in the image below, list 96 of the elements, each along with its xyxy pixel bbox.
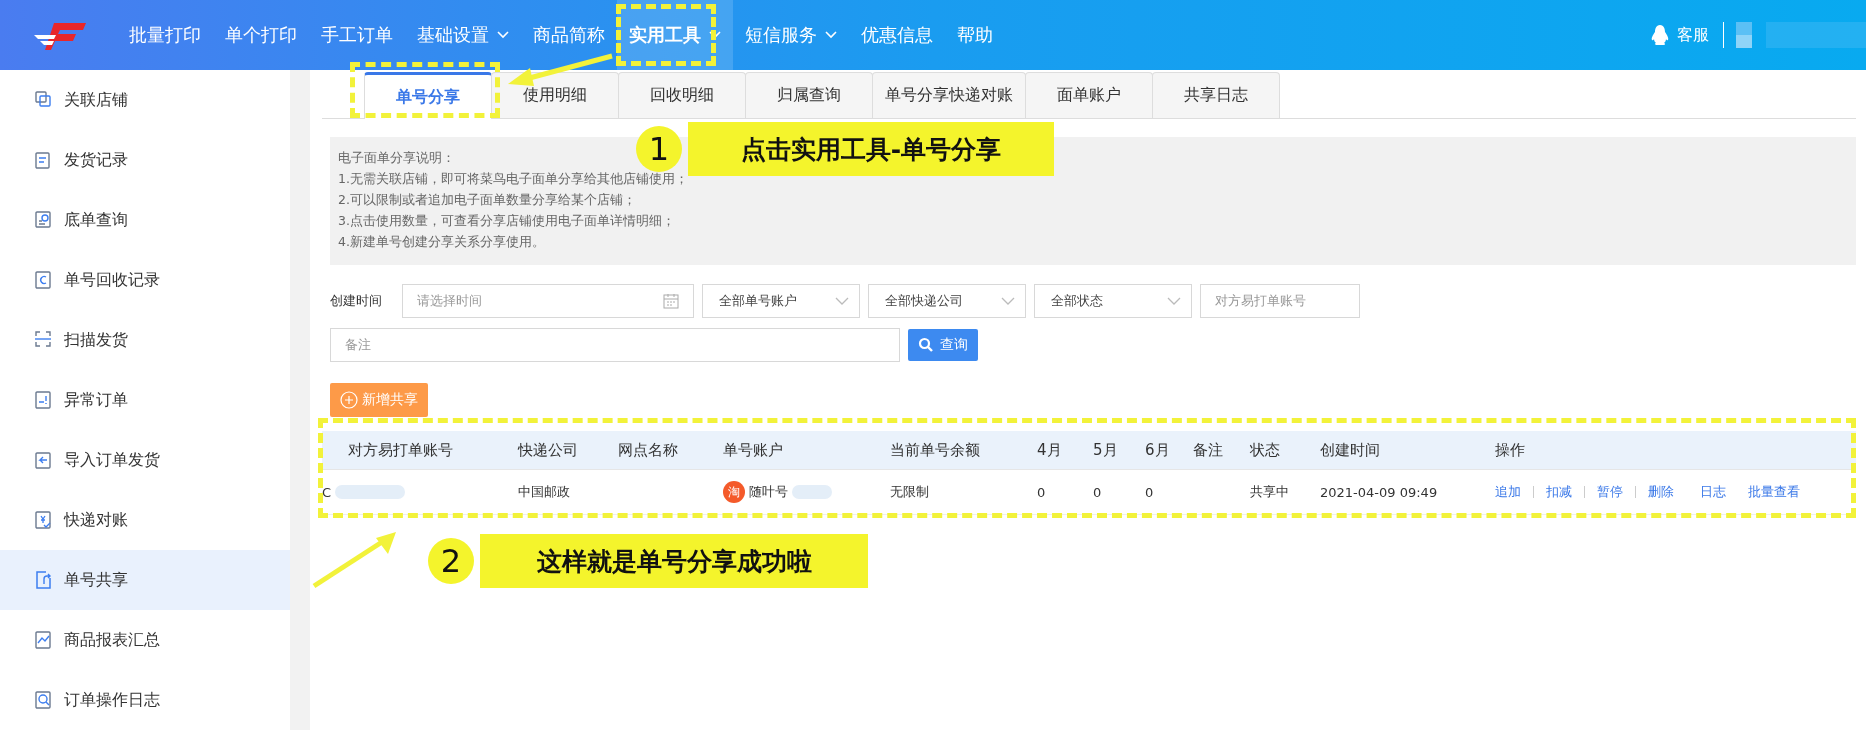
column-header: 单号账户 — [723, 431, 890, 470]
nav-item[interactable]: 商品简称 — [521, 0, 617, 70]
sidebar-item[interactable]: 扫描发货 — [0, 310, 290, 370]
penguin-icon[interactable] — [1651, 24, 1669, 46]
chevron-down-icon — [1167, 297, 1181, 305]
sidebar-item[interactable]: 快递对账 — [0, 490, 290, 550]
callout-label: 点击实用工具-单号分享 — [688, 122, 1054, 176]
action-link[interactable]: 删除 — [1648, 483, 1674, 501]
table-cell: 0 — [1037, 470, 1093, 515]
squares-icon — [34, 90, 52, 110]
calendar-icon — [663, 293, 679, 309]
tab[interactable]: 共享日志 — [1152, 72, 1280, 118]
sidebar-item[interactable]: 单号回收记录 — [0, 250, 290, 310]
description-line: 1.无需关联店铺，即可将菜鸟电子面单分享给其他店铺使用； — [338, 170, 688, 188]
action-link[interactable]: 批量查看 — [1748, 483, 1800, 501]
action-link[interactable]: 暂停 — [1597, 483, 1623, 501]
support-link[interactable]: 客服 — [1677, 24, 1709, 46]
document-search-icon — [34, 210, 52, 230]
sidebar-item[interactable]: 商品报表汇总 — [0, 610, 290, 670]
sidebar-item[interactable]: 订单操作日志 — [0, 670, 290, 730]
table-cell: C — [322, 484, 332, 500]
sidebar-item[interactable]: 单号共享 — [0, 550, 290, 610]
nav-item[interactable]: 实用工具 — [617, 0, 733, 70]
sidebar-item[interactable]: 底单查询 — [0, 190, 290, 250]
column-header: 4月 — [1037, 431, 1093, 470]
clipboard-icon — [34, 450, 52, 470]
description-line: 电子面单分享说明： — [338, 149, 455, 167]
date-field[interactable]: 请选择时间 — [402, 284, 694, 318]
arrow-icon — [312, 532, 396, 589]
action-link[interactable]: 追加 — [1495, 483, 1521, 501]
clipboard-icon — [34, 150, 52, 170]
user-avatar[interactable] — [1736, 22, 1866, 48]
share-icon — [34, 570, 52, 590]
dropdown-select[interactable]: 全部单号账户 — [702, 284, 860, 318]
callout-label: 这样就是单号分享成功啦 — [480, 534, 868, 588]
action-link[interactable]: 扣减 — [1546, 483, 1572, 501]
nav-item[interactable]: 手工订单 — [309, 0, 405, 70]
sidebar-item[interactable]: 发货记录 — [0, 130, 290, 190]
step-number: 1 — [636, 126, 682, 172]
description-line: 3.点击使用数量，可查看分享店铺使用电子面单详情明细； — [338, 212, 675, 230]
chart-icon — [34, 630, 52, 650]
tab[interactable]: 归属查询 — [745, 72, 873, 118]
arrow-icon — [508, 53, 613, 86]
description-line: 4.新建单号创建分享关系分享使用。 — [338, 233, 545, 251]
column-header: 创建时间 — [1320, 431, 1495, 470]
table-cell: 随叶号 — [749, 483, 788, 501]
plus-circle-icon — [340, 391, 358, 409]
nav-item[interactable]: 短信服务 — [733, 0, 849, 70]
chevron-down-icon — [835, 297, 849, 305]
column-header: 对方易打单账号 — [322, 431, 518, 470]
table-cell: 中国邮政 — [518, 470, 618, 515]
column-header: 快递公司 — [518, 431, 618, 470]
table-cell: 0 — [1093, 470, 1145, 515]
tab[interactable]: 使用明细 — [491, 72, 619, 118]
table-cell: 共享中 — [1250, 470, 1320, 515]
column-header: 状态 — [1250, 431, 1320, 470]
nav-item[interactable]: 帮助 — [945, 0, 1005, 70]
description-line: 2.可以限制或者追加电子面单数量分享给某个店铺； — [338, 191, 636, 209]
field-label: 创建时间 — [330, 292, 383, 310]
column-header: 操作 — [1495, 431, 1856, 470]
search-icon — [34, 690, 52, 710]
document-alert-icon — [34, 390, 52, 410]
dropdown-select[interactable]: 全部快递公司 — [868, 284, 1026, 318]
sidebar-item[interactable]: 关联店铺 — [0, 70, 290, 130]
nav-item[interactable]: 批量打印 — [117, 0, 213, 70]
tab[interactable]: 回收明细 — [618, 72, 746, 118]
blurred-text — [792, 485, 832, 499]
column-header: 5月 — [1093, 431, 1145, 470]
action-link[interactable]: 日志 — [1700, 483, 1726, 501]
chevron-down-icon — [1001, 297, 1015, 305]
invoice-icon — [34, 510, 52, 530]
sidebar-item[interactable]: 导入订单发货 — [0, 430, 290, 490]
search-icon — [918, 337, 934, 353]
nav-item[interactable]: 单个打印 — [213, 0, 309, 70]
scan-icon — [34, 330, 52, 350]
sidebar-item[interactable]: 异常订单 — [0, 370, 290, 430]
nav-item[interactable]: 优惠信息 — [849, 0, 945, 70]
tab[interactable]: 单号分享快递对账 — [872, 72, 1026, 118]
shop-badge: 淘 — [723, 481, 745, 503]
dropdown-select[interactable]: 全部状态 — [1034, 284, 1192, 318]
note-field[interactable]: 备注 — [330, 328, 900, 362]
table-cell: 无限制 — [890, 470, 1037, 515]
column-header: 6月 — [1145, 431, 1193, 470]
step-number: 2 — [428, 538, 474, 584]
blurred-text — [335, 485, 406, 499]
column-header: 网点名称 — [618, 431, 723, 470]
table-cell: 2021-04-09 09:49 — [1320, 470, 1495, 515]
column-header: 备注 — [1193, 431, 1250, 470]
search-button[interactable]: 查询 — [908, 329, 978, 361]
column-header: 当前单号余额 — [890, 431, 1037, 470]
tab[interactable]: 面单账户 — [1025, 72, 1153, 118]
tab[interactable]: 单号分享 — [364, 72, 492, 119]
table-cell: 0 — [1145, 470, 1193, 515]
input-field[interactable]: 对方易打单账号 — [1200, 284, 1360, 318]
document-icon — [34, 270, 52, 290]
nav-item[interactable]: 基础设置 — [405, 0, 521, 70]
